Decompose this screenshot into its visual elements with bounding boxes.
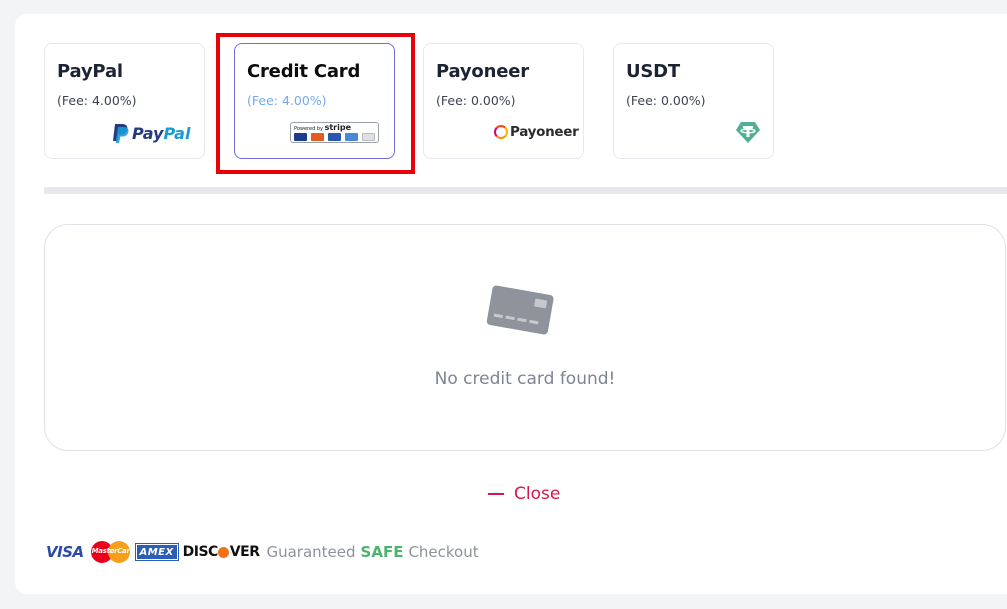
payment-option-fee: (Fee: 4.00%)	[57, 93, 137, 108]
payoneer-logo-icon: Payoneer	[494, 124, 579, 140]
payment-option-fee: (Fee: 0.00%)	[436, 93, 516, 108]
paypal-wordmark: PayPal	[132, 123, 191, 143]
visa-logo-icon: VISA	[46, 543, 84, 561]
amex-logo-icon: AMEX	[134, 543, 179, 561]
empty-state-message: No credit card found!	[434, 369, 616, 389]
close-label: Close	[514, 484, 561, 504]
minus-icon	[488, 493, 504, 495]
paypal-logo-icon: PayPal	[112, 122, 194, 144]
secure-checkout-footer: VISA MasterCard AMEX DISC VER Guaranteed …	[46, 540, 479, 564]
close-button[interactable]: Close	[488, 483, 560, 505]
payment-option-title: PayPal	[57, 61, 123, 82]
tether-icon	[736, 122, 760, 143]
safe-text: SAFE	[360, 543, 404, 561]
selection-highlight	[216, 33, 415, 174]
credit-card-icon	[486, 285, 554, 335]
payment-option-usdt[interactable]: USDT (Fee: 0.00%)	[613, 43, 774, 159]
payment-option-title: USDT	[626, 61, 680, 82]
mastercard-logo-icon: MasterCard	[90, 540, 135, 564]
payment-option-paypal[interactable]: PayPal (Fee: 4.00%) PayPal	[44, 43, 205, 159]
section-divider	[44, 187, 1007, 194]
saved-cards-area: No credit card found!	[44, 224, 1006, 451]
payment-option-title: Payoneer	[436, 61, 529, 82]
guaranteed-text: Guaranteed	[266, 543, 356, 561]
payoneer-ring-icon	[494, 125, 508, 139]
discover-logo-icon: DISC VER	[182, 544, 260, 560]
checkout-text: Checkout	[408, 543, 479, 561]
payoneer-wordmark: Payoneer	[510, 124, 579, 140]
payment-option-fee: (Fee: 0.00%)	[626, 93, 706, 108]
paypal-p-icon	[113, 123, 129, 143]
payment-option-payoneer[interactable]: Payoneer (Fee: 0.00%) Payoneer	[423, 43, 584, 159]
